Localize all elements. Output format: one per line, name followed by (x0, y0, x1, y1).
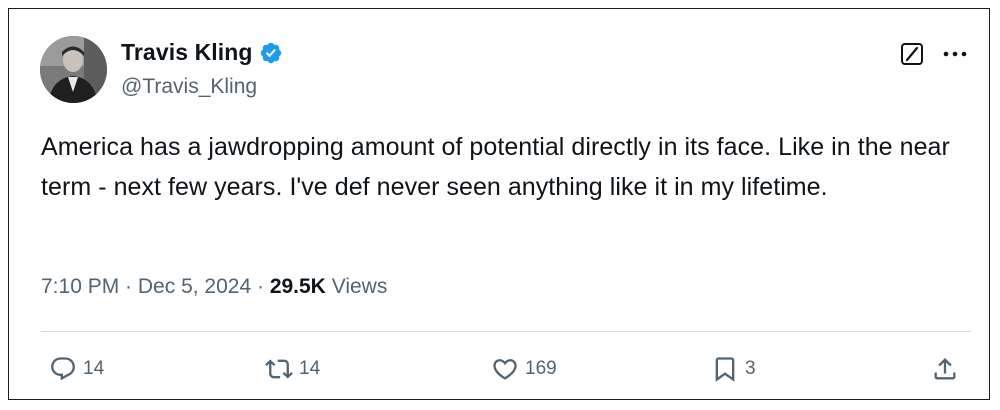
bookmark-count: 3 (745, 358, 756, 379)
tweet-card: Travis Kling @Travis_Kling America has a… (8, 8, 990, 400)
author-handle[interactable]: @Travis_Kling (121, 75, 257, 99)
tweet-meta: 7:10 PM · Dec 5, 2024 · 29.5K Views (41, 275, 387, 299)
share-icon (934, 358, 956, 380)
views-label[interactable]: Views (326, 275, 388, 299)
share-button[interactable] (931, 355, 959, 383)
views-count[interactable]: 29.5K (270, 275, 326, 299)
heart-icon (493, 359, 517, 380)
reply-button[interactable]: 14 (49, 355, 104, 383)
retweet-icon (265, 359, 293, 379)
meta-separator: · (251, 275, 270, 298)
grok-icon[interactable] (900, 42, 924, 66)
tweet-date[interactable]: Dec 5, 2024 (138, 275, 251, 299)
more-options-icon[interactable] (940, 45, 970, 63)
reply-icon (51, 357, 75, 381)
author-name[interactable]: Travis Kling (121, 39, 253, 66)
verified-badge-icon[interactable] (259, 41, 283, 65)
actions-divider (41, 331, 971, 332)
bookmark-button[interactable]: 3 (711, 355, 756, 383)
bookmark-icon (715, 357, 735, 382)
like-count: 169 (525, 358, 557, 379)
reply-count: 14 (83, 358, 105, 379)
author-avatar[interactable] (40, 36, 107, 103)
meta-separator: · (119, 275, 138, 298)
retweet-button[interactable]: 14 (265, 355, 320, 383)
tweet-text: America has a jawdropping amount of pote… (41, 133, 950, 201)
tweet-time[interactable]: 7:10 PM (41, 275, 119, 299)
like-button[interactable]: 169 (491, 355, 557, 383)
author-name-row: Travis Kling (121, 39, 283, 66)
avatar-photo (40, 36, 107, 103)
retweet-count: 14 (299, 358, 321, 379)
